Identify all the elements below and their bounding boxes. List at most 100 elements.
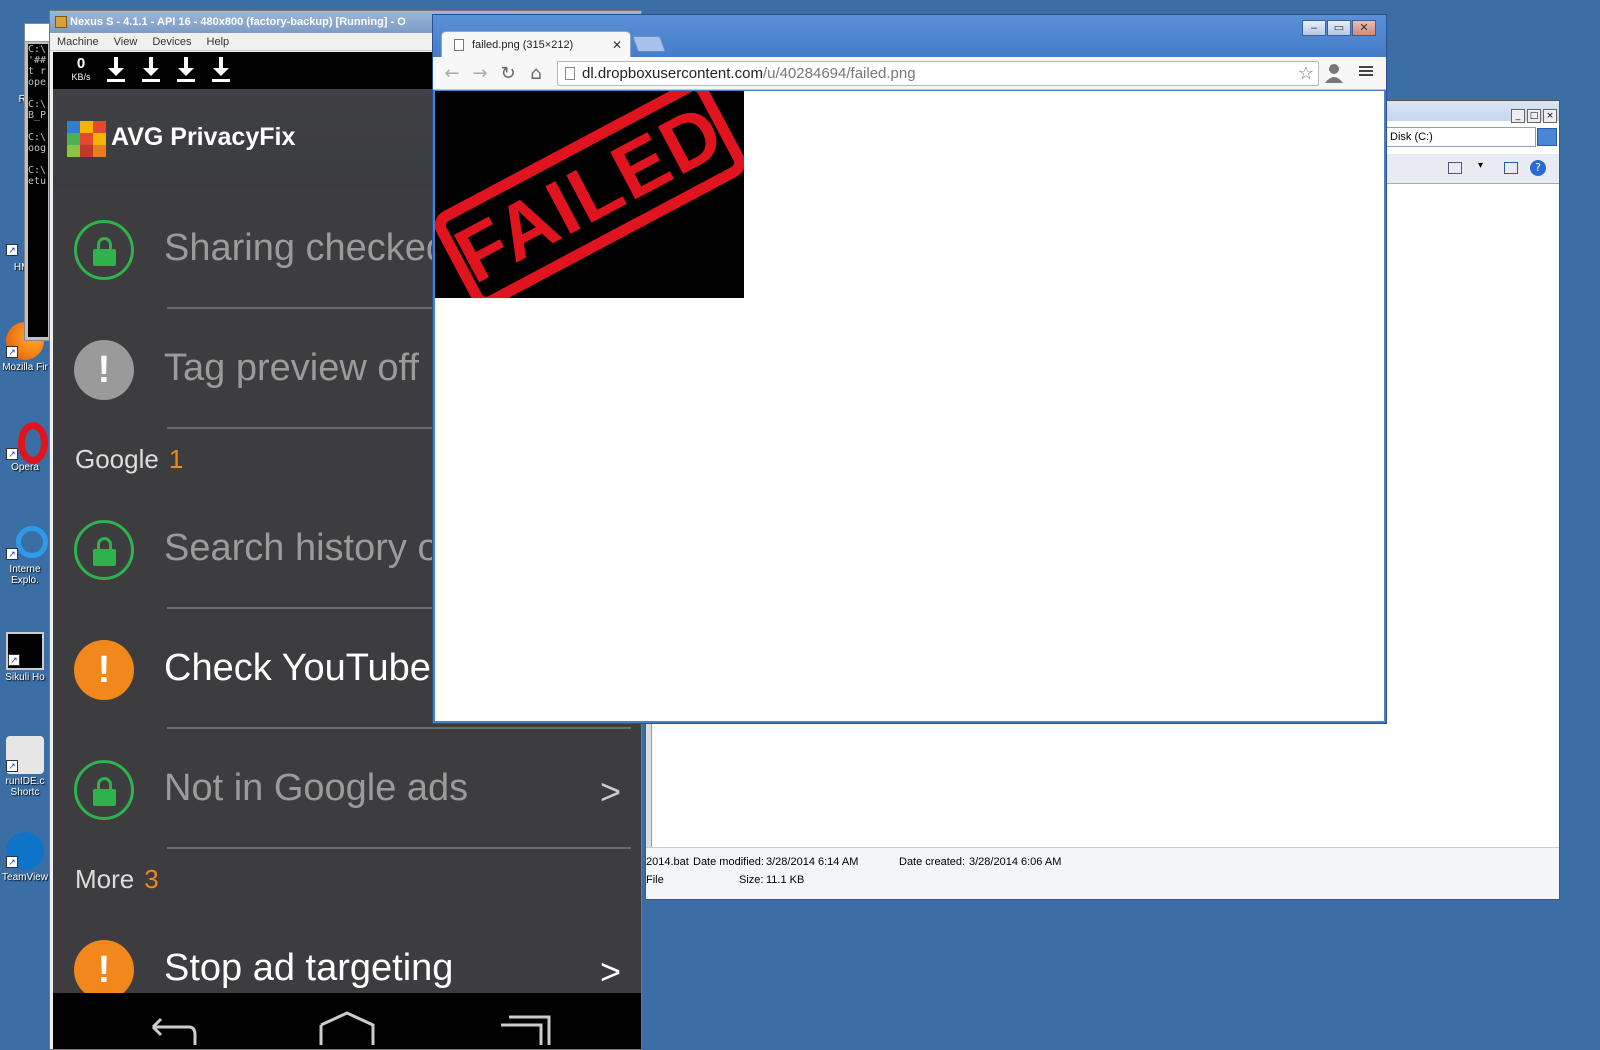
lock-icon bbox=[74, 760, 134, 820]
list-item[interactable]: Not in Google ads > bbox=[53, 729, 641, 849]
browser-tab[interactable]: failed.png (315×212) ✕ bbox=[441, 31, 631, 57]
maximize-button[interactable]: ▭ bbox=[1327, 20, 1351, 36]
virtualbox-icon bbox=[55, 16, 67, 28]
window-controls: _ □ × bbox=[1509, 103, 1557, 123]
download-icon bbox=[175, 57, 197, 83]
desktop-icon-label: TeamView bbox=[2, 872, 48, 883]
tab-close-icon[interactable]: ✕ bbox=[612, 32, 622, 58]
pane-divider[interactable] bbox=[646, 721, 652, 849]
back-icon[interactable]: ← bbox=[441, 63, 463, 85]
desktop-icon-label: Mozilla Fir bbox=[2, 362, 48, 373]
menu-machine[interactable]: Machine bbox=[57, 36, 99, 48]
lock-icon bbox=[74, 520, 134, 580]
item-label: Stop ad targeting bbox=[164, 947, 454, 989]
address-field[interactable]: Disk (C:) bbox=[1386, 127, 1536, 147]
file-name: 2014.bat bbox=[646, 856, 689, 868]
exclamation-icon: ! bbox=[74, 940, 134, 1000]
teamviewer-icon: ↗ bbox=[6, 832, 44, 870]
browser-titlebar[interactable]: – ▭ ✕ failed.png (315×212) ✕ bbox=[433, 15, 1386, 63]
desktop-icon-ie[interactable]: ↗ Interne Explo. bbox=[0, 524, 50, 586]
address-bar[interactable]: dl.dropboxusercontent.com/u/40284694/fai… bbox=[557, 61, 1319, 86]
menu-help[interactable]: Help bbox=[207, 36, 230, 48]
section-count: 3 bbox=[144, 864, 159, 894]
window-controls: – ▭ ✕ bbox=[1301, 16, 1376, 36]
section-name: More bbox=[75, 864, 135, 894]
console-icon: ↗ bbox=[6, 632, 44, 670]
hamburger-glyph bbox=[1359, 66, 1373, 76]
bookmark-star-icon[interactable]: ☆ bbox=[1298, 62, 1314, 85]
reload-icon[interactable]: ↻ bbox=[497, 63, 519, 85]
tab-title: failed.png (315×212) bbox=[472, 39, 574, 51]
page-icon bbox=[565, 67, 575, 80]
page-content: FAILED bbox=[435, 91, 1384, 721]
opera-icon: ↗ bbox=[6, 422, 48, 464]
exclamation-icon: ! bbox=[74, 640, 134, 700]
desktop-icon-runide[interactable]: ↗ runIDE.c Shortc bbox=[0, 736, 50, 798]
section-name: Google bbox=[75, 444, 159, 474]
back-icon[interactable] bbox=[145, 1011, 197, 1045]
desktop-icon-sikuli[interactable]: ↗ Sikuli Ho bbox=[0, 632, 50, 683]
page-icon bbox=[454, 39, 464, 51]
url-host: dl.dropboxusercontent.com bbox=[582, 65, 763, 82]
preview-pane-icon[interactable] bbox=[1504, 162, 1518, 174]
item-label: Sharing checked bbox=[164, 227, 448, 269]
maximize-button[interactable]: □ bbox=[1527, 109, 1541, 123]
download-icon bbox=[210, 57, 232, 83]
item-label: Check YouTube bbox=[164, 647, 431, 689]
desktop-icon-label: Interne Explo. bbox=[9, 564, 41, 586]
console-titlebar[interactable] bbox=[25, 24, 51, 42]
item-label: Search history o bbox=[164, 527, 439, 569]
desktop-icon-opera[interactable]: ↗ Opera bbox=[0, 422, 50, 473]
new-tab-button[interactable] bbox=[632, 36, 666, 52]
section-count: 1 bbox=[168, 444, 184, 474]
console-output: C:\ '## t r ope C:\ B_P C:\ oog C:\ etu bbox=[28, 44, 48, 337]
forward-icon[interactable]: → bbox=[469, 63, 491, 85]
speed-value: 0 bbox=[76, 55, 86, 72]
app-title: AVG PrivacyFix bbox=[111, 123, 296, 151]
size-label: Size: bbox=[739, 874, 764, 886]
console-window[interactable]: C:\ '## t r ope C:\ B_P C:\ oog C:\ etu bbox=[24, 23, 52, 341]
chevron-right-icon: > bbox=[599, 951, 621, 992]
search-icon[interactable] bbox=[1537, 128, 1557, 146]
download-icon bbox=[105, 57, 127, 83]
desktop-icon-label: runIDE.c Shortc bbox=[5, 776, 45, 798]
gear-icon: ↗ bbox=[6, 736, 44, 774]
section-header-more: More 3 bbox=[53, 849, 641, 909]
network-speed: 0 KB/s bbox=[65, 55, 97, 83]
minimize-button[interactable]: _ bbox=[1511, 109, 1525, 123]
close-button[interactable]: × bbox=[1543, 109, 1557, 123]
failed-image: FAILED bbox=[435, 91, 744, 298]
desktop-icon-teamviewer[interactable]: ↗ TeamView bbox=[0, 832, 50, 883]
created-label: Date created: bbox=[899, 856, 966, 868]
menu-icon[interactable] bbox=[1355, 63, 1377, 85]
file-type: File bbox=[646, 874, 664, 886]
explorer-toolbar: ▾ ? bbox=[1386, 154, 1559, 184]
size-value: 11.1 KB bbox=[766, 874, 805, 886]
person-glyph bbox=[1325, 64, 1343, 83]
close-button[interactable]: ✕ bbox=[1352, 20, 1376, 36]
created-value: 3/28/2014 6:06 AM bbox=[969, 856, 1062, 868]
home-icon[interactable] bbox=[319, 1011, 375, 1045]
help-icon[interactable]: ? bbox=[1530, 160, 1546, 176]
chevron-right-icon: > bbox=[599, 771, 621, 812]
minimize-button[interactable]: – bbox=[1302, 20, 1326, 36]
failed-stamp: FAILED bbox=[435, 91, 744, 298]
home-icon[interactable]: ⌂ bbox=[525, 63, 547, 85]
lock-icon bbox=[74, 220, 134, 280]
avg-logo-icon bbox=[67, 121, 107, 157]
internet-explorer-icon: ↗ bbox=[6, 524, 48, 562]
browser-window[interactable]: – ▭ ✕ failed.png (315×212) ✕ ← → ↻ ⌂ dl.dr… bbox=[432, 14, 1387, 724]
item-label: Tag preview off bbox=[164, 347, 419, 389]
chevron-down-icon[interactable]: ▾ bbox=[1478, 160, 1483, 171]
details-pane: 2014.bat Date modified: 3/28/2014 6:14 A… bbox=[646, 847, 1559, 899]
profile-icon[interactable] bbox=[1323, 63, 1345, 85]
recent-apps-icon[interactable] bbox=[499, 1011, 553, 1045]
speed-unit: KB/s bbox=[71, 72, 91, 82]
menu-view[interactable]: View bbox=[114, 36, 138, 48]
modified-label: Date modified: bbox=[693, 856, 764, 868]
android-navbar bbox=[53, 993, 641, 1049]
view-options-icon[interactable] bbox=[1448, 162, 1462, 174]
modified-value: 3/28/2014 6:14 AM bbox=[766, 856, 859, 868]
emulator-title: Nexus S - 4.1.1 - API 16 - 480x800 (fact… bbox=[70, 16, 406, 28]
menu-devices[interactable]: Devices bbox=[152, 36, 191, 48]
